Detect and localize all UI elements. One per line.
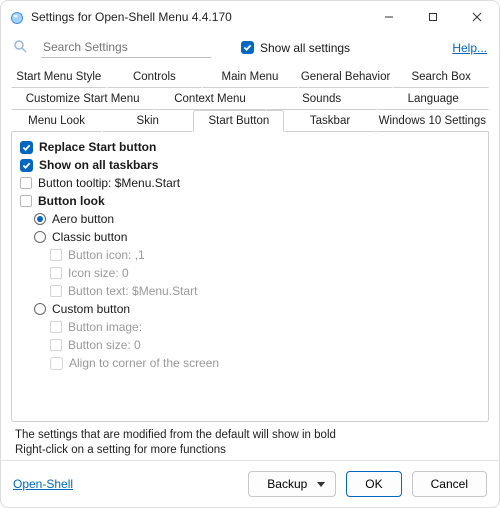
tab-customize-start-menu[interactable]: Customize Start Menu <box>11 88 154 110</box>
setting-classic-button[interactable]: Classic button <box>20 228 480 246</box>
dialog-footer: Open-Shell Backup OK Cancel <box>1 460 499 507</box>
checkbox-icon[interactable] <box>20 159 33 172</box>
tab-start-menu-style[interactable]: Start Menu Style <box>11 66 107 88</box>
settings-pane: Replace Start button Show on all taskbar… <box>11 132 489 422</box>
settings-window: Settings for Open-Shell Menu 4.4.170 <box>0 0 500 508</box>
setting-label: Button tooltip: $Menu.Start <box>38 175 180 191</box>
text-setting-icon <box>50 285 62 297</box>
chevron-down-icon <box>317 482 325 487</box>
tab-skin[interactable]: Skin <box>102 110 193 132</box>
setting-label: Replace Start button <box>39 139 156 155</box>
setting-label: Show on all taskbars <box>39 157 158 173</box>
backup-button[interactable]: Backup <box>248 471 336 497</box>
setting-label: Button text: $Menu.Start <box>68 283 197 299</box>
setting-label: Button look <box>38 193 105 209</box>
checkbox-icon[interactable] <box>50 357 63 370</box>
window-title: Settings for Open-Shell Menu 4.4.170 <box>31 10 367 24</box>
setting-label: Aero button <box>52 211 114 227</box>
radio-icon[interactable] <box>34 303 46 315</box>
show-all-settings[interactable]: Show all settings <box>241 41 350 55</box>
minimize-button[interactable] <box>367 2 411 32</box>
tab-controls[interactable]: Controls <box>107 66 203 88</box>
radio-icon[interactable] <box>34 213 46 225</box>
tab-search-box[interactable]: Search Box <box>393 66 489 88</box>
backup-label: Backup <box>267 477 307 491</box>
maximize-button[interactable] <box>411 2 455 32</box>
text-setting-icon <box>50 267 62 279</box>
cancel-button[interactable]: Cancel <box>412 471 487 497</box>
text-setting-icon <box>50 321 62 333</box>
setting-classic-button-icon[interactable]: Button icon: ,1 <box>20 246 480 264</box>
search-field-wrap <box>41 37 211 58</box>
tab-sounds[interactable]: Sounds <box>266 88 378 110</box>
setting-button-tooltip[interactable]: Button tooltip: $Menu.Start <box>20 174 480 192</box>
setting-label: Icon size: 0 <box>68 265 129 281</box>
setting-replace-start-button[interactable]: Replace Start button <box>20 138 480 156</box>
setting-align-corner[interactable]: Align to corner of the screen <box>20 354 480 372</box>
tab-general-behavior[interactable]: General Behavior <box>298 66 394 88</box>
tab-strip: Start Menu Style Controls Main Menu Gene… <box>1 66 499 132</box>
hint-line-2: Right-click on a setting for more functi… <box>15 443 487 458</box>
setting-label: Button image: <box>68 319 142 335</box>
text-setting-icon <box>50 249 62 261</box>
titlebar: Settings for Open-Shell Menu 4.4.170 <box>1 1 499 33</box>
window-controls <box>367 2 499 32</box>
ok-button[interactable]: OK <box>346 471 401 497</box>
setting-aero-button[interactable]: Aero button <box>20 210 480 228</box>
checkbox-icon[interactable] <box>20 141 33 154</box>
setting-custom-button-image[interactable]: Button image: <box>20 318 480 336</box>
setting-classic-icon-size[interactable]: Icon size: 0 <box>20 264 480 282</box>
group-icon <box>20 195 32 207</box>
radio-icon[interactable] <box>34 231 46 243</box>
setting-custom-button-size[interactable]: Button size: 0 <box>20 336 480 354</box>
tab-start-button[interactable]: Start Button <box>193 110 284 132</box>
show-all-label: Show all settings <box>260 41 350 55</box>
setting-label: Align to corner of the screen <box>69 355 219 371</box>
search-row: Show all settings Help... <box>1 33 499 66</box>
tab-menu-look[interactable]: Menu Look <box>11 110 102 132</box>
setting-classic-button-text[interactable]: Button text: $Menu.Start <box>20 282 480 300</box>
hint-text: The settings that are modified from the … <box>1 422 499 460</box>
text-setting-icon <box>20 177 32 189</box>
tab-main-menu[interactable]: Main Menu <box>202 66 298 88</box>
setting-label: Button size: 0 <box>68 337 141 353</box>
tab-language[interactable]: Language <box>377 88 489 110</box>
setting-custom-button[interactable]: Custom button <box>20 300 480 318</box>
app-icon <box>9 9 25 25</box>
tab-taskbar[interactable]: Taskbar <box>284 110 375 132</box>
tab-windows10-settings[interactable]: Windows 10 Settings <box>376 110 489 132</box>
help-link[interactable]: Help... <box>452 41 487 55</box>
search-input[interactable] <box>41 39 211 55</box>
setting-label: Custom button <box>52 301 130 317</box>
hint-line-1: The settings that are modified from the … <box>15 428 487 443</box>
tab-context-menu[interactable]: Context Menu <box>154 88 266 110</box>
text-setting-icon <box>50 339 62 351</box>
open-shell-link[interactable]: Open-Shell <box>13 477 73 491</box>
setting-button-look[interactable]: Button look <box>20 192 480 210</box>
setting-label: Classic button <box>52 229 127 245</box>
setting-show-on-all-taskbars[interactable]: Show on all taskbars <box>20 156 480 174</box>
show-all-checkbox[interactable] <box>241 41 254 54</box>
search-icon <box>13 39 27 56</box>
close-button[interactable] <box>455 2 499 32</box>
setting-label: Button icon: ,1 <box>68 247 145 263</box>
